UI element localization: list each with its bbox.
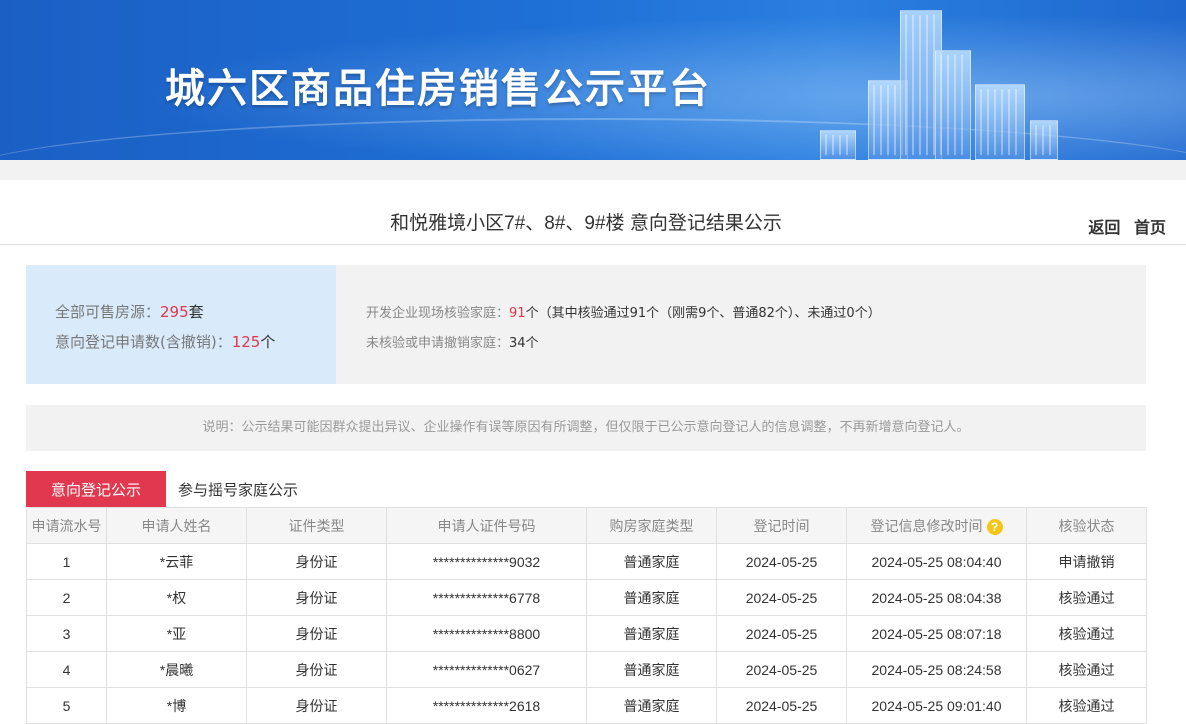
building-graphic (820, 130, 856, 160)
column-header: 申请人证件号码 (386, 507, 587, 544)
stat-label: 意向登记申请数(含撤销)： (55, 333, 232, 351)
unverified-stat: 未核验或申请撤销家庭：34个 (366, 332, 539, 351)
stat-label: 全部可售房源： (55, 303, 161, 321)
title-divider (0, 244, 1186, 245)
serial-number-cell: 5 (26, 687, 107, 724)
tab-registration[interactable]: 意向登记公示 (26, 471, 166, 507)
modified-time-cell: 2024-05-25 08:04:38 (846, 579, 1027, 616)
serial-number-cell: 1 (26, 543, 107, 580)
registration-date-cell: 2024-05-25 (716, 687, 847, 724)
id-type-cell: 身份证 (246, 687, 387, 724)
building-graphic (975, 84, 1025, 160)
verification-status-cell: 核验通过 (1026, 615, 1147, 652)
column-header-modified-time: 登记信息修改时间? (846, 507, 1027, 544)
notice-text: 说明：公示结果可能因群众提出异议、企业操作有误等原因有所调整，但仅限于已公示意向… (26, 405, 1146, 451)
total-units-stat: 全部可售房源：295套 (55, 301, 204, 322)
applications-stat: 意向登记申请数(含撤销)：125个 (55, 331, 275, 352)
modified-time-cell: 2024-05-25 08:04:40 (846, 543, 1027, 580)
verification-status-cell: 核验通过 (1026, 651, 1147, 688)
column-header: 申请人姓名 (106, 507, 247, 544)
back-link[interactable]: 返回 (1088, 218, 1120, 237)
id-type-cell: 身份证 (246, 543, 387, 580)
id-type-cell: 身份证 (246, 579, 387, 616)
id-number-cell: **************8800 (386, 615, 587, 652)
applicant-name-cell: *晨曦 (106, 651, 247, 688)
id-number-cell: **************6778 (386, 579, 587, 616)
building-graphic (935, 50, 971, 160)
stat-unit: 个 (260, 333, 276, 351)
household-type-cell: 普通家庭 (586, 579, 717, 616)
column-header-label: 登记信息修改时间 (870, 517, 983, 534)
verified-stat: 开发企业现场核验家庭：91个（其中核验通过91个（刚需9个、普通82个）、未通过… (366, 302, 881, 321)
stat-detail: 个（其中核验通过91个（刚需9个、普通82个）、未通过0个） (525, 306, 881, 321)
table-row: 3 *亚 身份证 **************8800 普通家庭 2024-05-25 20… (26, 615, 1147, 652)
household-type-cell: 普通家庭 (586, 615, 717, 652)
column-header: 购房家庭类型 (586, 507, 717, 544)
table-row: 5 *博 身份证 **************2618 普通家庭 2024-05-25 20… (26, 687, 1147, 724)
id-number-cell: **************2618 (386, 687, 587, 724)
verification-status-cell: 申请撤销 (1026, 543, 1147, 580)
modified-time-cell: 2024-05-25 08:24:58 (846, 651, 1027, 688)
stat-value: 91 (509, 306, 526, 321)
registration-table: 申请流水号 申请人姓名 证件类型 申请人证件号码 购房家庭类型 登记时间 登记信… (26, 507, 1147, 724)
registration-date-cell: 2024-05-25 (716, 579, 847, 616)
table-row: 1 *云菲 身份证 **************9032 普通家庭 2024-05-25 2… (26, 543, 1147, 580)
id-number-cell: **************0627 (386, 651, 587, 688)
registration-date-cell: 2024-05-25 (716, 651, 847, 688)
applicant-name-cell: *云菲 (106, 543, 247, 580)
question-icon[interactable]: ? (986, 518, 1003, 535)
household-type-cell: 普通家庭 (586, 687, 717, 724)
stat-value: 34个 (509, 336, 539, 351)
modified-time-cell: 2024-05-25 09:01:40 (846, 687, 1027, 724)
column-header: 核验状态 (1026, 507, 1147, 544)
applicant-name-cell: *权 (106, 579, 247, 616)
stat-label: 开发企业现场核验家庭： (366, 306, 510, 321)
id-number-cell: **************9032 (386, 543, 587, 580)
stat-label: 未核验或申请撤销家庭： (366, 336, 510, 351)
column-header: 申请流水号 (26, 507, 107, 544)
registration-date-cell: 2024-05-25 (716, 543, 847, 580)
column-header: 登记时间 (716, 507, 847, 544)
building-graphic (1030, 120, 1058, 160)
site-title: 城六区商品住房销售公示平台 (165, 66, 711, 112)
top-nav: 返回 首页 (1080, 214, 1166, 238)
stat-value: 125 (231, 333, 261, 351)
stat-unit: 套 (188, 303, 204, 321)
serial-number-cell: 4 (26, 651, 107, 688)
table-row: 2 *权 身份证 **************6778 普通家庭 2024-05-25 20… (26, 579, 1147, 616)
stats-panel: 全部可售房源：295套 意向登记申请数(含撤销)：125个 开发企业现场核验家庭… (26, 265, 1146, 384)
page-title: 和悦雅境小区7#、8#、9#楼 意向登记结果公示 (390, 213, 782, 234)
applicant-name-cell: *亚 (106, 615, 247, 652)
stats-summary: 全部可售房源：295套 意向登记申请数(含撤销)：125个 (26, 265, 336, 384)
tab-lottery-families[interactable]: 参与摇号家庭公示 (178, 471, 298, 507)
household-type-cell: 普通家庭 (586, 543, 717, 580)
serial-number-cell: 2 (26, 579, 107, 616)
modified-time-cell: 2024-05-25 08:07:18 (846, 615, 1027, 652)
home-link[interactable]: 首页 (1134, 218, 1166, 237)
verification-status-cell: 核验通过 (1026, 687, 1147, 724)
registration-date-cell: 2024-05-25 (716, 615, 847, 652)
table-header-row: 申请流水号 申请人姓名 证件类型 申请人证件号码 购房家庭类型 登记时间 登记信… (26, 507, 1147, 544)
stat-value: 295 (160, 303, 189, 321)
id-type-cell: 身份证 (246, 651, 387, 688)
column-header: 证件类型 (246, 507, 387, 544)
verification-status-cell: 核验通过 (1026, 579, 1147, 616)
table-row: 4 *晨曦 身份证 **************0627 普通家庭 2024-05-25 2… (26, 651, 1147, 688)
id-type-cell: 身份证 (246, 615, 387, 652)
header-divider (0, 160, 1186, 180)
applicant-name-cell: *博 (106, 687, 247, 724)
serial-number-cell: 3 (26, 615, 107, 652)
household-type-cell: 普通家庭 (586, 651, 717, 688)
header-banner: 城六区商品住房销售公示平台 (0, 0, 1186, 160)
